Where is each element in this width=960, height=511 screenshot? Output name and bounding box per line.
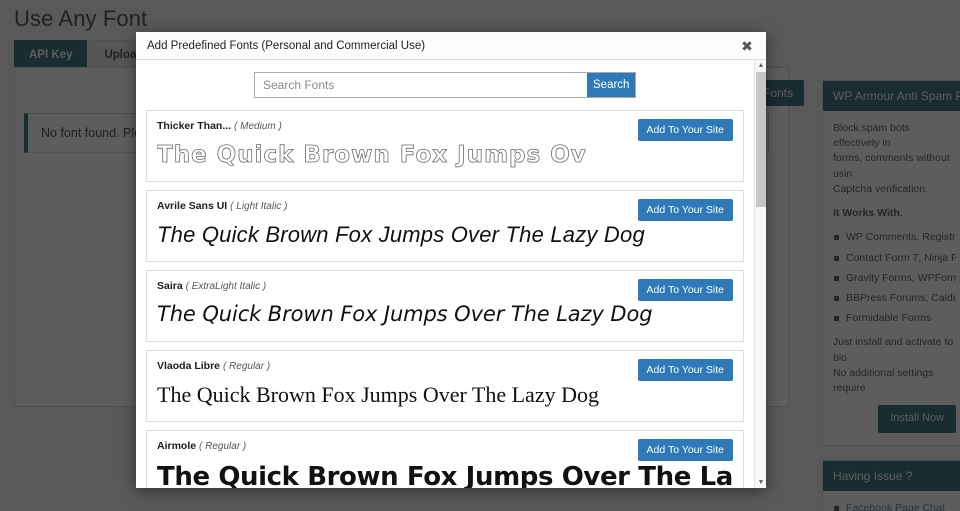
search-input[interactable] — [255, 73, 587, 97]
font-sample: The Quick Brown Fox Jumps Over The Lazy … — [157, 462, 733, 488]
add-to-your-site-button[interactable]: Add To Your Site — [638, 359, 733, 381]
modal-title: Add Predefined Fonts (Personal and Comme… — [147, 40, 738, 52]
font-card: Thicker Than... ( Medium ) Add To Your S… — [146, 110, 744, 182]
admin-page: Use Any Font API Key Upload Font No font… — [0, 0, 960, 511]
font-style: ( ExtraLight Italic ) — [186, 281, 267, 292]
add-to-your-site-button[interactable]: Add To Your Site — [638, 439, 733, 461]
font-sample: The Quick Brown Fox Jumps Over The Lazy … — [157, 302, 733, 326]
scrollbar-thumb[interactable] — [756, 72, 766, 207]
font-sample: The Quick Brown Fox Jumps Ov — [157, 142, 733, 168]
search-button[interactable]: Search — [587, 73, 635, 97]
modal-header: Add Predefined Fonts (Personal and Comme… — [136, 32, 766, 60]
font-style: ( Regular ) — [199, 441, 246, 452]
close-icon[interactable]: ✖ — [738, 37, 756, 55]
font-style: ( Light Italic ) — [230, 201, 287, 212]
font-name: Airmole — [157, 440, 196, 452]
search-wrap: Search — [254, 72, 636, 98]
search-row: Search — [146, 72, 744, 98]
font-name: Avrile Sans UI — [157, 200, 227, 212]
add-to-your-site-button[interactable]: Add To Your Site — [638, 199, 733, 221]
font-card: Airmole ( Regular ) Add To Your Site The… — [146, 430, 744, 488]
font-sample: The Quick Brown Fox Jumps Over The Lazy … — [157, 382, 733, 408]
add-to-your-site-button[interactable]: Add To Your Site — [638, 119, 733, 141]
modal-scroll-content: Search Thicker Than... ( Medium ) Add To… — [136, 60, 754, 488]
font-style: ( Regular ) — [223, 361, 270, 372]
add-to-your-site-button[interactable]: Add To Your Site — [638, 279, 733, 301]
font-name: Thicker Than... — [157, 120, 231, 132]
scroll-up-arrow-icon[interactable]: ▲ — [755, 60, 766, 71]
modal-body: Search Thicker Than... ( Medium ) Add To… — [136, 60, 766, 488]
font-sample: The Quick Brown Fox Jumps Over The Lazy … — [157, 222, 733, 248]
modal-scrollbar[interactable]: ▲ ▼ — [754, 60, 766, 488]
font-card: Vlaoda Libre ( Regular ) Add To Your Sit… — [146, 350, 744, 422]
add-predefined-fonts-modal: Add Predefined Fonts (Personal and Comme… — [136, 32, 766, 488]
font-name: Saira — [157, 280, 183, 292]
font-style: ( Medium ) — [234, 121, 282, 132]
font-name: Vlaoda Libre — [157, 360, 220, 372]
font-card: Saira ( ExtraLight Italic ) Add To Your … — [146, 270, 744, 342]
font-card: Avrile Sans UI ( Light Italic ) Add To Y… — [146, 190, 744, 262]
scroll-down-arrow-icon[interactable]: ▼ — [755, 477, 766, 488]
